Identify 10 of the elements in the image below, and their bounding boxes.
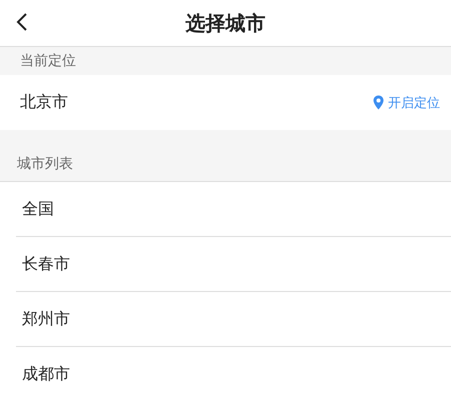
city-item[interactable]: 郑州市 bbox=[22, 308, 70, 330]
page-title: 选择城市 bbox=[186, 10, 266, 36]
city-item[interactable]: 成都市 bbox=[22, 364, 70, 384]
section-label: 城市列表 bbox=[17, 155, 73, 173]
location-pin-icon bbox=[373, 95, 384, 110]
current-city: 北京市 bbox=[20, 92, 68, 113]
back-icon bbox=[16, 12, 28, 32]
section-label: 当前定位 bbox=[20, 52, 76, 70]
city-item[interactable]: 长春市 bbox=[22, 254, 70, 274]
city-item[interactable]: 全国 bbox=[22, 198, 54, 220]
